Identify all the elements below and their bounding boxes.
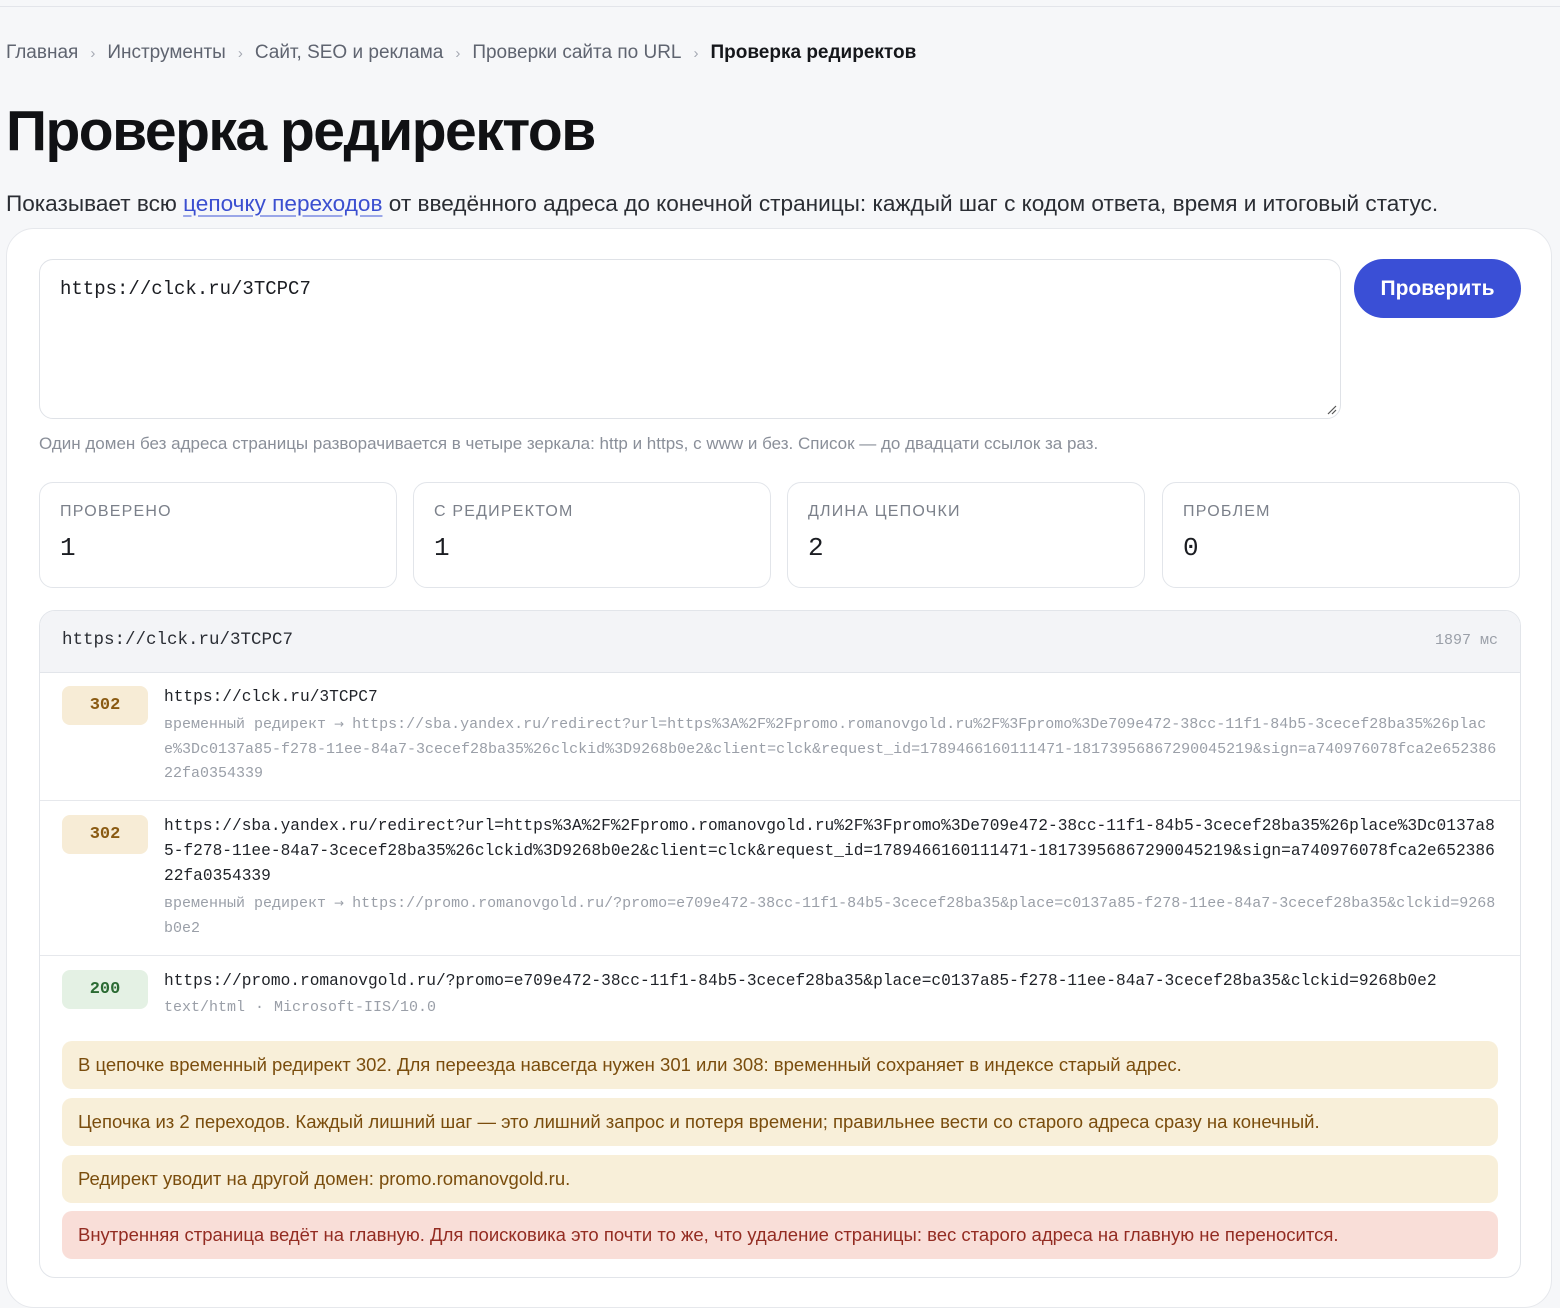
arrow-right-icon: → [334,896,345,910]
redirect-target: https://promo.romanovgold.ru/?promo=e709… [164,895,1496,937]
stat-checked: ПРОВЕРЕНО 1 [39,482,397,588]
stat-problems: ПРОБЛЕМ 0 [1162,482,1520,588]
breadcrumb-tools[interactable]: Инструменты [107,42,225,64]
content-type: text/html [164,999,246,1016]
url-input[interactable]: https://clck.ru/3TCPC7 [39,259,1341,419]
lead-text-end: от введённого адреса до конечной страниц… [382,191,1439,216]
input-hint: Один домен без адреса страницы разворачи… [39,434,1099,453]
meta-separator: · [255,999,265,1016]
step-meta: text/html · Microsoft-IIS/10.0 [164,996,1504,1021]
step-url: https://clck.ru/3TCPC7 [164,688,378,706]
result-block: https://clck.ru/3TCPC7 1897 мс 302 https… [39,610,1521,1278]
page-lead: Показывает всю цепочку переходов от введ… [6,188,1438,220]
stat-label: ДЛИНА ЦЕПОЧКИ [808,503,961,520]
warning-note: Редирект уводит на другой домен: promo.r… [62,1155,1498,1203]
stat-label: ПРОБЛЕМ [1183,503,1271,520]
stat-with-redirect: С РЕДИРЕКТОМ 1 [413,482,771,588]
breadcrumb-home[interactable]: Главная [6,42,78,64]
breadcrumb-chevron-icon: › [693,44,699,62]
redirect-type: временный редирект [164,716,327,733]
server-name: Microsoft-IIS/10.0 [274,999,437,1016]
check-button[interactable]: Проверить [1354,259,1521,318]
stat-value: 2 [808,533,824,563]
redirect-target: https://sba.yandex.ru/redirect?url=https… [164,716,1497,782]
redirect-step-2: 302 https://sba.yandex.ru/redirect?url=h… [40,801,1520,956]
lead-text-start: Показывает всю [6,191,184,216]
step-url: https://sba.yandex.ru/redirect?url=https… [164,817,1495,885]
result-time: 1897 мс [1434,632,1498,649]
breadcrumb-chevron-icon: › [237,44,243,62]
stat-value: 0 [1183,533,1199,563]
breadcrumb-url-checks[interactable]: Проверки сайта по URL [472,42,681,64]
warning-note: Цепочка из 2 переходов. Каждый лишний ша… [62,1098,1498,1146]
stat-label: С РЕДИРЕКТОМ [434,503,574,520]
redirect-step-1: 302 https://clck.ru/3TCPC7 временный ред… [40,672,1520,801]
stat-chain-length: ДЛИНА ЦЕПОЧКИ 2 [787,482,1145,588]
breadcrumb-current: Проверка редиректов [710,42,917,63]
resize-handle-icon[interactable] [1325,403,1337,415]
step-meta: временный редирект → https://sba.yandex.ru… [164,712,1504,787]
chain-link[interactable]: цепочку переходов [183,191,382,216]
breadcrumb-chevron-icon: › [455,44,461,62]
step-meta: временный редирект → https://promo.romanov… [164,891,1504,941]
status-code-badge: 302 [62,815,148,854]
status-code-badge: 302 [62,686,148,725]
status-code-badge: 200 [62,970,148,1009]
checker-card: https://clck.ru/3TCPC7 Проверить Один до… [6,228,1552,1308]
breadcrumb: Главная › Инструменты › Сайт, SEO и рекл… [6,42,916,64]
page-title: Проверка редиректов [6,99,596,163]
warning-note: В цепочке временный редирект 302. Для пе… [62,1041,1498,1089]
redirect-type: временный редирект [164,895,327,912]
stat-label: ПРОВЕРЕНО [60,503,172,520]
breadcrumb-chevron-icon: › [90,44,96,62]
error-note: Внутренняя страница ведёт на главную. Дл… [62,1211,1498,1259]
result-url: https://clck.ru/3TCPC7 [62,630,294,650]
final-step: 200 https://promo.romanovgold.ru/?promo=… [40,956,1520,1277]
stat-value: 1 [60,533,76,563]
breadcrumb-seo[interactable]: Сайт, SEO и реклама [255,42,444,64]
step-url: https://promo.romanovgold.ru/?promo=e709… [164,972,1437,990]
stat-value: 1 [434,533,450,563]
top-border [0,0,1560,7]
result-header[interactable]: https://clck.ru/3TCPC7 1897 мс [40,611,1520,673]
arrow-right-icon: → [334,717,345,731]
